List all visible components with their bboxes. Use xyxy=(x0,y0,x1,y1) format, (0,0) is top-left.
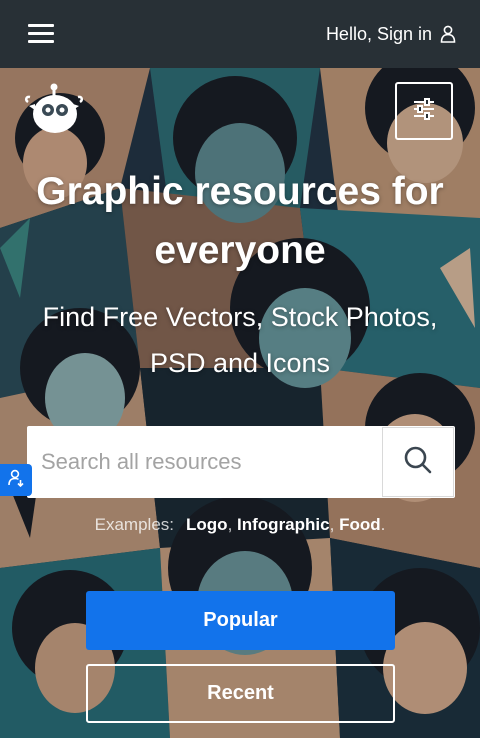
recent-button[interactable]: Recent xyxy=(86,664,395,723)
page-subheadline: Find Free Vectors, Stock Photos, PSD and… xyxy=(0,294,480,386)
examples-end: . xyxy=(380,515,386,534)
side-upload-tab[interactable] xyxy=(0,464,32,496)
subheadline-line-2: PSD and Icons xyxy=(149,348,331,378)
hamburger-line xyxy=(28,32,54,35)
page-headline: Graphic resources for everyone xyxy=(0,162,480,280)
sign-in-link[interactable]: Hello, Sign in xyxy=(326,22,456,46)
subheadline-line-1: Find Free Vectors, Stock Photos, xyxy=(42,302,438,332)
search-input[interactable] xyxy=(27,426,382,498)
freepik-logo-icon[interactable] xyxy=(24,80,84,136)
search-examples: Examples: Logo, Infographic, Food. xyxy=(0,515,480,535)
search-bar xyxy=(27,426,455,498)
user-upload-icon xyxy=(8,469,24,492)
examples-separator: , xyxy=(329,515,335,534)
search-button[interactable] xyxy=(382,427,454,497)
search-icon xyxy=(403,445,433,480)
hamburger-menu-icon[interactable] xyxy=(28,24,54,44)
user-icon xyxy=(440,25,456,43)
example-link-food[interactable]: Food xyxy=(339,515,381,534)
top-navigation-bar: Hello, Sign in xyxy=(0,0,480,68)
hero-section: Graphic resources for everyone Find Free… xyxy=(0,68,480,738)
sliders-icon xyxy=(412,97,436,125)
examples-separator: , xyxy=(227,515,233,534)
examples-label: Examples: xyxy=(94,515,175,534)
headline-line-1: Graphic resources for xyxy=(36,170,444,213)
hamburger-line xyxy=(28,24,54,27)
hamburger-line xyxy=(28,40,54,43)
popular-button[interactable]: Popular xyxy=(86,591,395,650)
filter-button[interactable] xyxy=(395,82,453,140)
example-link-logo[interactable]: Logo xyxy=(186,515,228,534)
example-link-infographic[interactable]: Infographic xyxy=(237,515,330,534)
sign-in-label: Hello, Sign in xyxy=(325,23,432,44)
headline-line-2: everyone xyxy=(154,229,326,272)
